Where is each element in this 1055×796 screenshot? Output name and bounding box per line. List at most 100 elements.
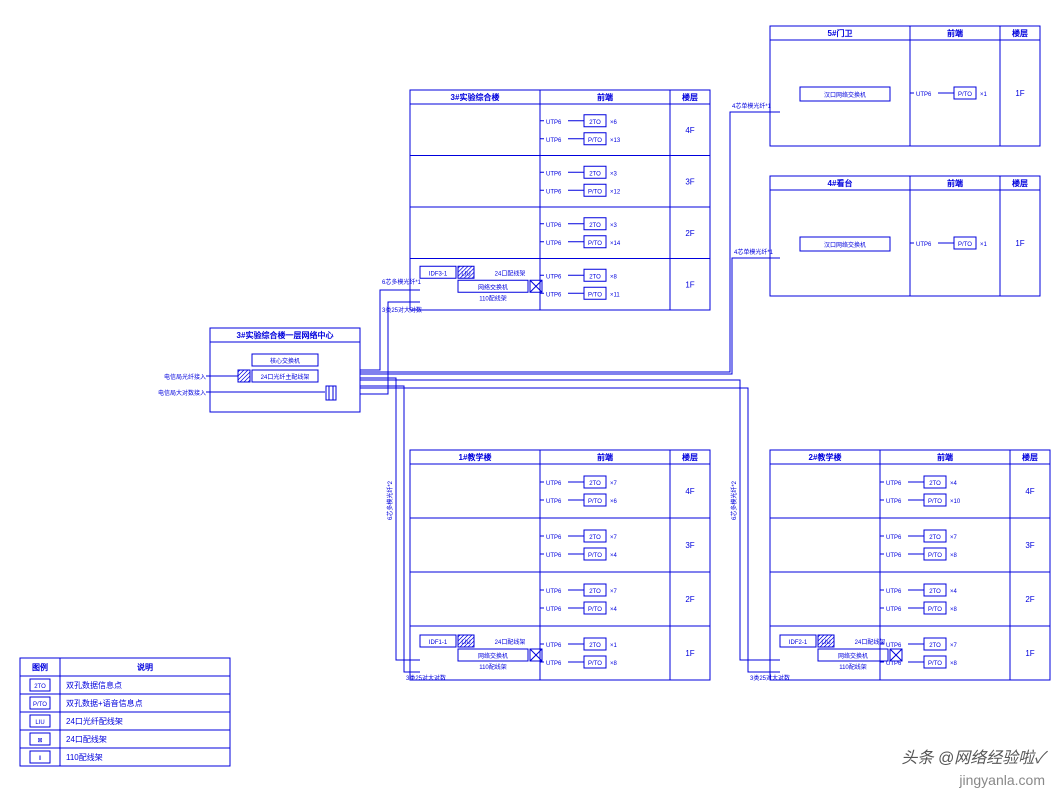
port-qty: ×4	[610, 553, 618, 559]
floor-label: 1F	[685, 280, 694, 289]
legend-row: 2TO双孔数据信息点P/TO双孔数据+语音信息点LIU24口光纤配线架⊠24口配…	[30, 679, 143, 763]
port-symbol: P/TO	[588, 189, 602, 195]
cable-label: 6芯多模光纤*2	[386, 480, 394, 520]
trunk-lines: 6芯多模光纤*1 3类25对大对数 6芯多模光纤*2 3类25对大对数 6芯多模…	[360, 102, 790, 682]
port-qty: ×12	[610, 189, 621, 195]
cable-type: UTP6	[546, 223, 562, 229]
floor-label: 3F	[685, 541, 694, 550]
port-symbol: 2TO	[929, 535, 941, 541]
legend-desc: 双孔数据+语音信息点	[66, 698, 143, 708]
col-floor: 楼层	[682, 92, 698, 102]
watermark-bottom: jingyanla.com	[959, 772, 1045, 788]
cable-label: 4芯单模光纤*1	[732, 102, 772, 110]
legend-symbol: P/TO	[33, 702, 47, 708]
floor-label: 1F	[1015, 89, 1024, 98]
port-symbol: 2TO	[589, 274, 601, 280]
col-front: 前端	[597, 452, 613, 462]
building-panel-b3-lab: 3#实验综合楼前端楼层4FUTP62TO×6UTP6P/TO×133FUTP62…	[410, 90, 710, 310]
cable-type: UTP6	[886, 481, 902, 487]
port-symbol: P/TO	[588, 553, 602, 559]
svg-text:LIU: LIU	[821, 640, 830, 646]
cable-type: UTP6	[886, 553, 902, 559]
port-qty: ×1	[980, 242, 988, 248]
legend-desc: 双孔数据信息点	[66, 680, 122, 690]
cable-label: 3类25对大对数	[406, 674, 446, 682]
legend-desc: 110配线架	[66, 752, 103, 762]
switch-label: 汉口网络交换机	[824, 241, 866, 249]
legend-symbol: ‖	[39, 756, 41, 762]
legend-symbol: 2TO	[34, 684, 46, 690]
idf-name: IDF3-1	[429, 271, 448, 277]
port-symbol: P/TO	[928, 499, 942, 505]
watermark-top: 头条 @网络经验啦✓	[901, 744, 1045, 768]
sub-110: 110配线架	[479, 294, 507, 302]
port-qty: ×1	[610, 643, 618, 649]
port-qty: ×8	[610, 274, 618, 280]
port-qty: ×13	[610, 138, 621, 144]
switch-label: 汉口网络交换机	[824, 91, 866, 99]
cable-type: UTP6	[546, 292, 562, 298]
building-panel-b2-teach: 2#教学楼前端楼层4FUTP62TO×4UTP6P/TO×103FUTP62TO…	[770, 450, 1050, 680]
port-qty: ×11	[610, 292, 620, 298]
port-symbol: P/TO	[958, 242, 972, 248]
port-qty: ×7	[610, 535, 618, 541]
network-center-box: 3#实验综合楼一层网络中心 核心交换机 24口光纤主配线架 电信局光纤接入 电信…	[158, 328, 360, 412]
idf-block: 汉口网络交换机	[800, 237, 890, 251]
cable-type: UTP6	[546, 643, 562, 649]
port-qty: ×8	[950, 661, 958, 667]
floor-label: 1F	[685, 649, 694, 658]
idf-name: IDF2-1	[789, 640, 808, 646]
port-symbol: P/TO	[928, 553, 942, 559]
floor-label: 4F	[685, 487, 694, 496]
cable-type: UTP6	[546, 171, 562, 177]
cable-type: UTP6	[886, 535, 902, 541]
floor-label: 1F	[1015, 239, 1024, 248]
floor-label: 1F	[1025, 649, 1034, 658]
panel-title: 2#教学楼	[809, 452, 842, 462]
cable-type: UTP6	[546, 481, 562, 487]
panel-24: 24口配线架	[495, 269, 526, 277]
port-symbol: 2TO	[929, 589, 941, 595]
building-panel-b4-stage: 4#看台前端楼层1FUTP6P/TO×1汉口网络交换机	[770, 176, 1040, 296]
col-floor: 楼层	[1012, 28, 1028, 38]
floor-label: 4F	[685, 126, 694, 135]
col-floor: 楼层	[682, 452, 698, 462]
cable-type: UTP6	[546, 120, 562, 126]
port-qty: ×3	[610, 171, 618, 177]
port-qty: ×10	[950, 499, 961, 505]
port-qty: ×7	[610, 481, 618, 487]
cable-type: UTP6	[546, 241, 562, 247]
legend-symbol: ⊠	[37, 738, 42, 744]
port-qty: ×8	[610, 661, 618, 667]
liu-icon	[238, 370, 250, 382]
port-qty: ×6	[610, 120, 618, 126]
idf-name: IDF1-1	[429, 640, 448, 646]
cable-type: UTP6	[886, 607, 902, 613]
cable-type: UTP6	[546, 535, 562, 541]
center-title: 3#实验综合楼一层网络中心	[237, 330, 334, 340]
floor-label: 2F	[685, 595, 694, 604]
port-symbol: P/TO	[588, 292, 602, 298]
floor-label: 4F	[1025, 487, 1034, 496]
sub-110: 110配线架	[839, 663, 867, 671]
port-symbol: 2TO	[589, 535, 601, 541]
port-qty: ×3	[610, 223, 618, 229]
idf-block: 汉口网络交换机	[800, 87, 890, 101]
port-symbol: 2TO	[589, 643, 601, 649]
legend-desc: 24口配线架	[66, 734, 107, 744]
cable-type: UTP6	[546, 661, 562, 667]
idf-block: IDF3-1LIU24口配线架网络交换机110配线架	[420, 266, 542, 302]
port-symbol: 2TO	[589, 171, 601, 177]
cable-type: UTP6	[546, 589, 562, 595]
floor-label: 2F	[1025, 595, 1034, 604]
port-symbol: P/TO	[588, 661, 602, 667]
col-front: 前端	[947, 28, 963, 38]
panel-title: 3#实验综合楼	[451, 92, 500, 102]
cable-type: UTP6	[916, 92, 932, 98]
idf-block: IDF1-1LIU24口配线架网络交换机110配线架	[420, 635, 542, 671]
port-symbol: P/TO	[588, 607, 602, 613]
port-qty: ×8	[950, 607, 958, 613]
network-diagram: 3#实验综合楼一层网络中心 核心交换机 24口光纤主配线架 电信局光纤接入 电信…	[0, 0, 1055, 796]
legend-header-desc: 说明	[137, 662, 153, 672]
building-panel-b5-gate: 5#门卫前端楼层1FUTP6P/TO×1汉口网络交换机	[770, 26, 1040, 146]
